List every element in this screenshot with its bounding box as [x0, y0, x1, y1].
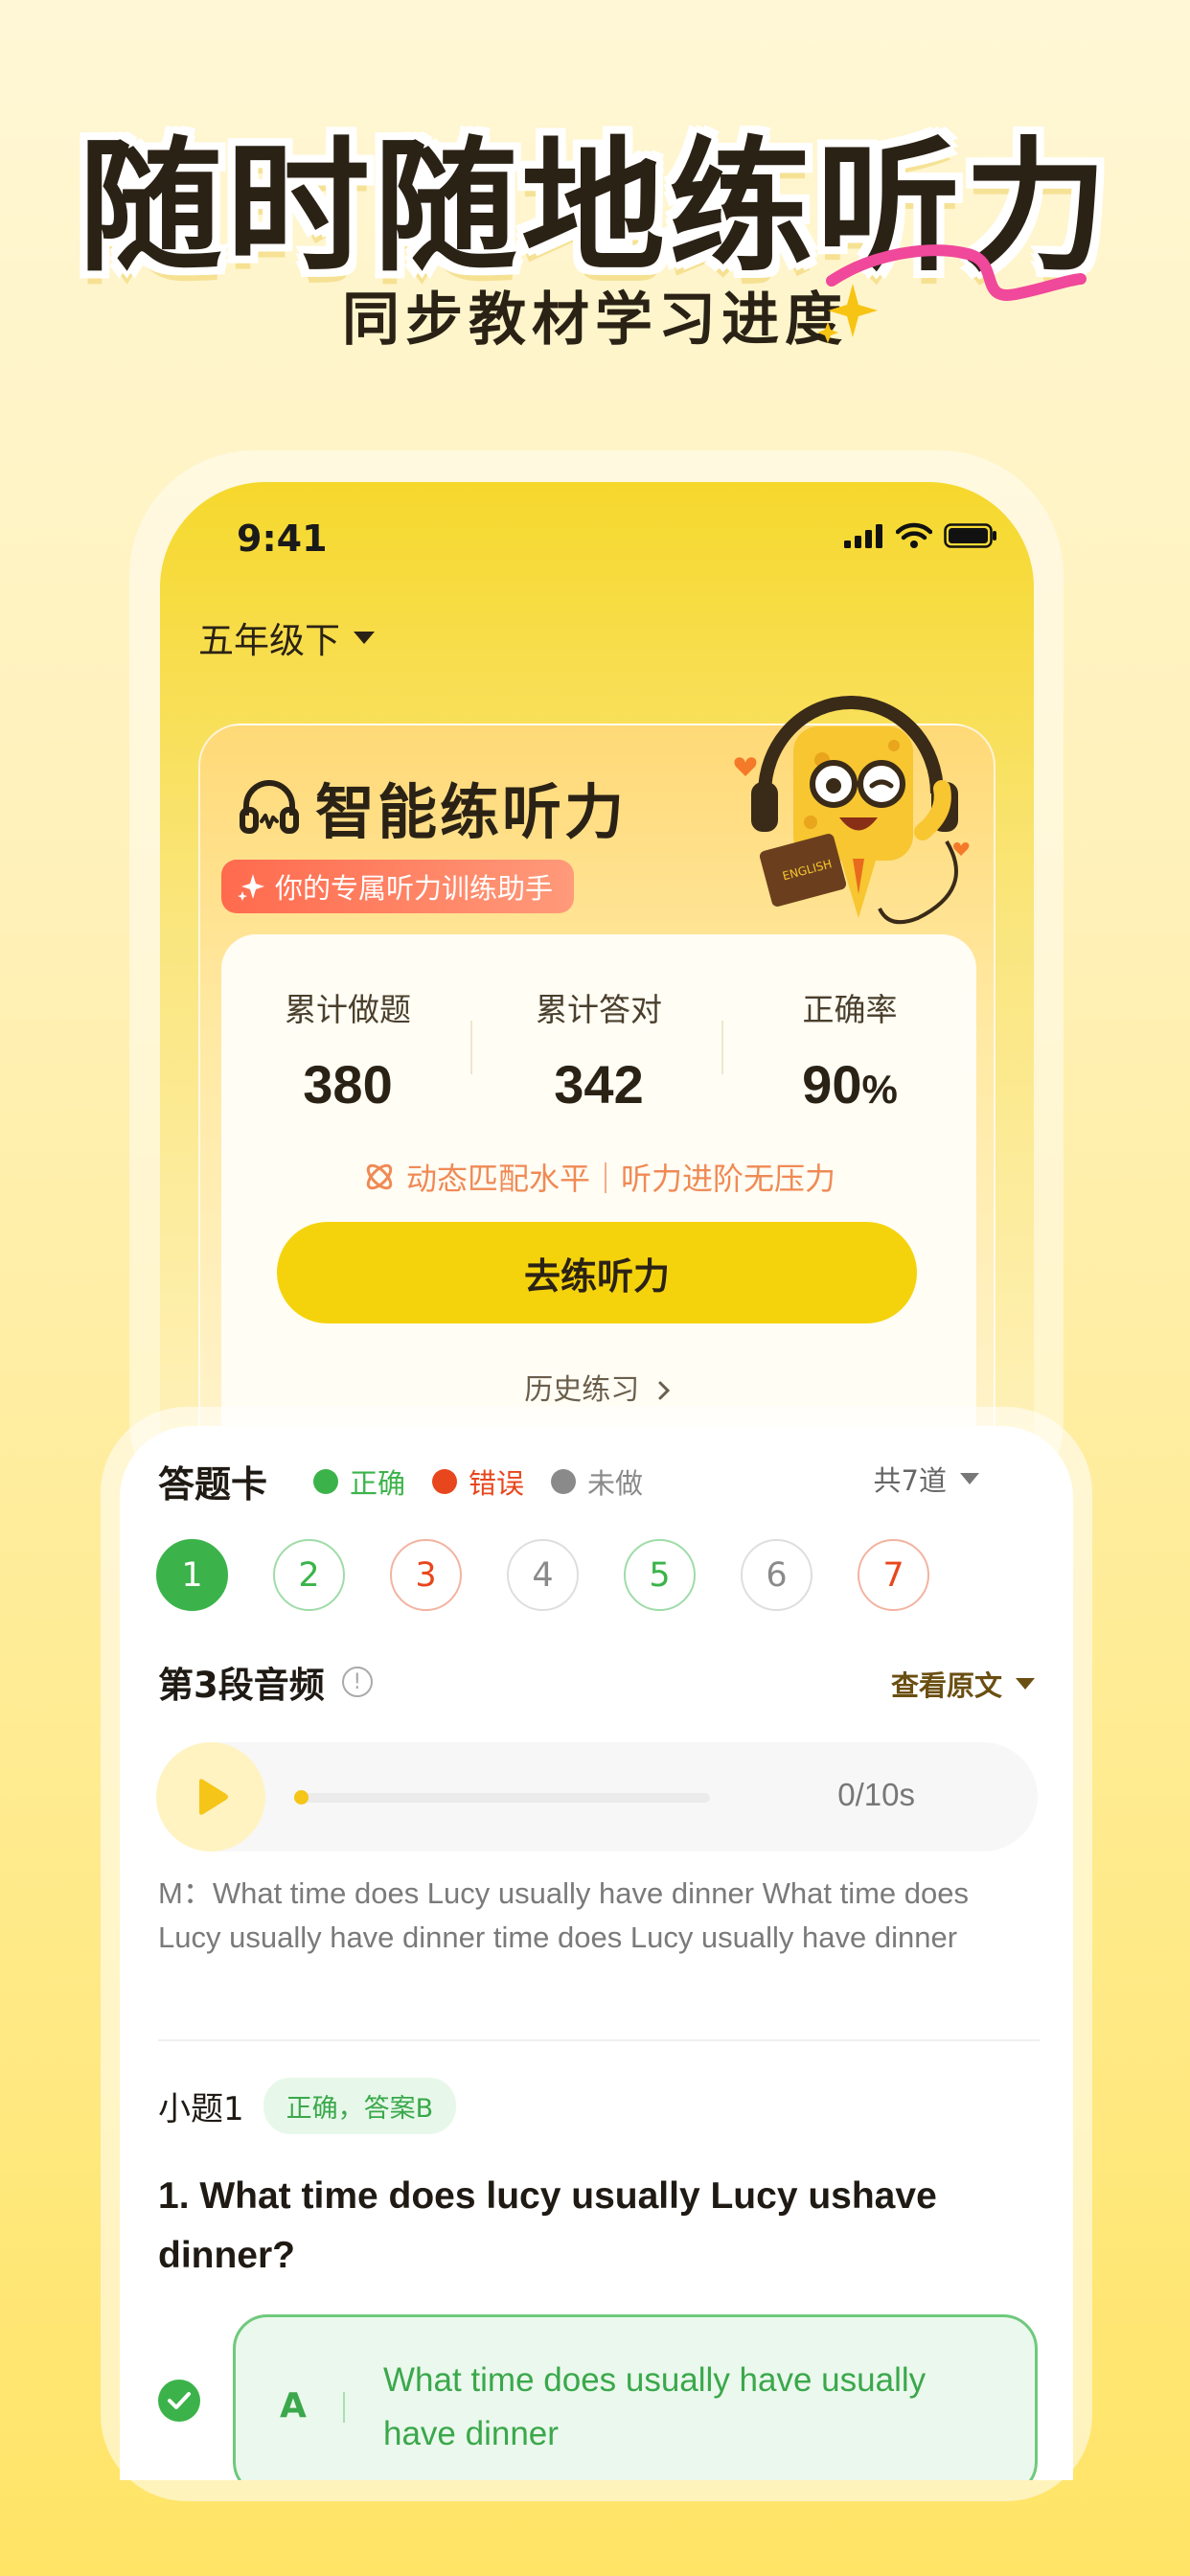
headphones-icon — [240, 780, 299, 834]
option-separator — [343, 2392, 345, 2423]
total-count-label: 共7道 — [873, 1464, 947, 1497]
question-number-2[interactable]: 2 — [273, 1539, 345, 1611]
question-number-5[interactable]: 5 — [624, 1539, 696, 1611]
answer-option-a[interactable]: A What time does usually have usually ha… — [233, 2314, 1038, 2480]
grade-selector[interactable]: 五年级下 — [198, 611, 375, 663]
question-text: 1. What time does lucy usually Lucy usha… — [158, 2175, 937, 2276]
stat-divider — [470, 1021, 472, 1074]
question-number-6[interactable]: 6 — [741, 1539, 812, 1611]
wrong-dot-icon — [432, 1468, 458, 1494]
stat-total-done: 累计做题 380 — [233, 984, 463, 1116]
legend-label: 错误 — [469, 1466, 525, 1500]
status-time: 9:41 — [237, 518, 328, 560]
signal-icon — [844, 524, 882, 548]
question-number-3[interactable]: 3 — [390, 1539, 462, 1611]
stat-value: 342 — [554, 1054, 644, 1115]
option-letter: A — [280, 2386, 307, 2426]
question-number-7[interactable]: 7 — [858, 1539, 929, 1611]
grade-label: 五年级下 — [198, 620, 340, 661]
view-original-toggle[interactable]: 查看原文 — [891, 1664, 1035, 1704]
assistant-badge: 你的专属听力训练助手 — [221, 860, 575, 913]
card-title: 智能练听力 — [315, 777, 628, 847]
audio-progress-knob[interactable] — [294, 1790, 309, 1805]
audio-section-title: 第3段音频 ! — [158, 1656, 373, 1708]
hero-subtitle: 同步教材学习进度 — [342, 287, 848, 354]
badge-text: 你的专属听力训练助手 — [275, 872, 554, 905]
status-icons — [844, 522, 997, 549]
info-icon[interactable]: ! — [341, 1667, 373, 1697]
stat-label: 正确率 — [802, 991, 898, 1028]
play-button[interactable] — [156, 1742, 265, 1852]
audio-section-label: 第3段音频 — [158, 1665, 325, 1706]
card-header: 智能练听力 — [239, 764, 627, 850]
stat-label: 累计答对 — [536, 991, 662, 1028]
undone-dot-icon — [551, 1468, 577, 1494]
mascot-illustration: ENGLISH — [734, 696, 970, 925]
option-text: What time does usually have usually have… — [383, 2361, 927, 2452]
question-number-list: 1 2 3 4 5 6 7 — [156, 1539, 929, 1611]
legend-undone: 未做 — [551, 1461, 643, 1502]
legend-correct: 正确 — [313, 1461, 405, 1502]
view-original-label: 查看原文 — [890, 1669, 1002, 1702]
stat-value: 380 — [303, 1054, 393, 1115]
accuracy-unit: % — [861, 1067, 898, 1112]
chevron-right-icon — [658, 1381, 670, 1400]
audio-player: 0/10s — [156, 1742, 1038, 1852]
accuracy-value: 90 — [802, 1054, 862, 1115]
stat-total-correct: 累计答对 342 — [484, 984, 714, 1116]
audio-time: 0/10s — [837, 1777, 915, 1812]
legend-wrong: 错误 — [432, 1461, 524, 1502]
sparkle-icon — [817, 284, 878, 343]
battery-icon — [944, 523, 996, 548]
answer-sheet-panel: 答题卡 正确 错误 未做 共7道 1 2 3 4 5 6 7 第3段音频 ! 查… — [120, 1426, 1073, 2480]
stat-accuracy: 正确率 90% — [735, 984, 965, 1116]
caret-down-icon — [354, 631, 375, 644]
answer-sheet-header: 答题卡 正确 错误 未做 — [158, 1455, 643, 1507]
legend-label: 正确 — [350, 1466, 406, 1500]
total-count-toggle[interactable]: 共7道 — [874, 1459, 979, 1499]
result-tag: 正确，答案B — [263, 2078, 457, 2134]
legend-label: 未做 — [587, 1466, 644, 1500]
audio-transcript: M：What time does Lucy usually have dinne… — [158, 1876, 969, 1954]
sub-question-label: 小题1 — [158, 2090, 244, 2128]
correct-dot-icon — [313, 1468, 339, 1494]
section-divider — [158, 2039, 1040, 2041]
stats-panel: 累计做题 380 累计答对 342 正确率 90% 动态匹配水平｜听力进阶无压力 — [221, 934, 976, 1471]
wifi-icon — [896, 522, 932, 548]
question-number-4[interactable]: 4 — [507, 1539, 579, 1611]
caret-down-icon — [960, 1473, 979, 1484]
sub-question-header: 小题1 正确，答案B — [158, 2078, 457, 2134]
caret-down-icon — [1016, 1678, 1035, 1690]
question-number-1[interactable]: 1 — [156, 1539, 228, 1611]
history-label: 历史练习 — [524, 1373, 640, 1407]
tagline: 动态匹配水平｜听力进阶无压力 — [221, 1155, 976, 1199]
sparkle-icon — [238, 874, 264, 901]
atom-icon — [366, 1163, 393, 1190]
tagline-text: 动态匹配水平｜听力进阶无压力 — [405, 1161, 835, 1197]
stat-label: 累计做题 — [285, 991, 411, 1028]
check-icon — [158, 2380, 200, 2422]
play-icon — [199, 1779, 228, 1815]
audio-progress-track[interactable] — [298, 1793, 710, 1803]
history-link[interactable]: 历史练习 — [221, 1366, 976, 1408]
stat-divider — [721, 1021, 723, 1074]
answer-sheet-title: 答题卡 — [158, 1463, 268, 1506]
phone-screen: 9:41 五年级下 智能练听力 你的专属听力训练助手 累计做题 380 累计答对… — [160, 482, 1034, 1527]
stat-value: 90% — [735, 1053, 965, 1116]
start-practice-button[interactable]: 去练听力 — [277, 1222, 917, 1323]
